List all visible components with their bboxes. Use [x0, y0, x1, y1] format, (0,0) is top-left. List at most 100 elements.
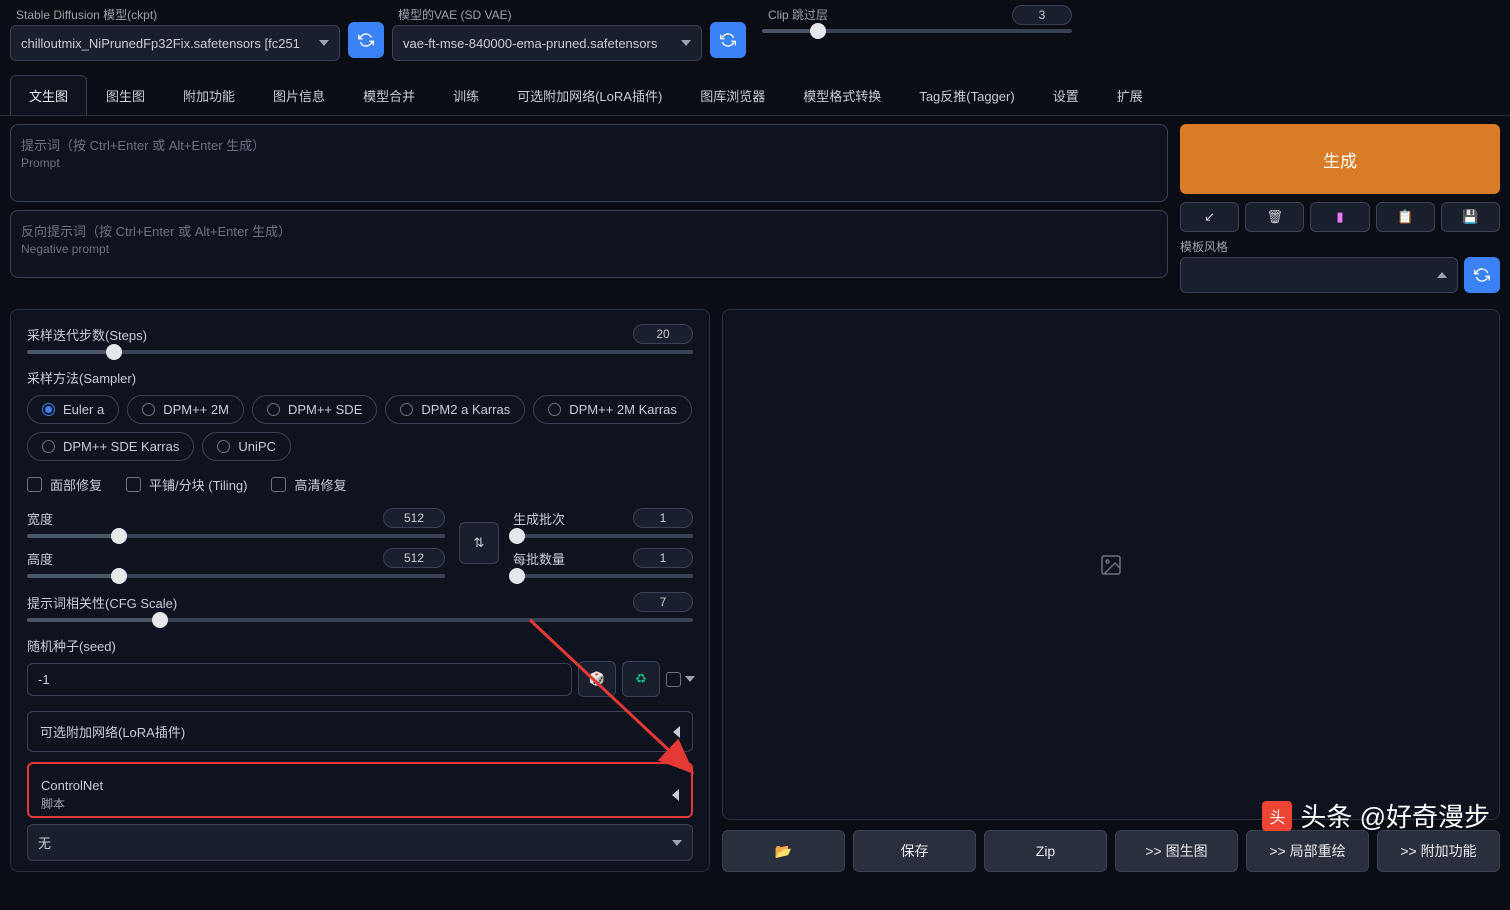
- send-inpaint-button[interactable]: >> 局部重绘: [1246, 830, 1369, 872]
- read-last-params-button[interactable]: ↙: [1180, 202, 1239, 232]
- watermark-text: 头条 @好奇漫步: [1300, 797, 1490, 834]
- vae-group: 模型的VAE (SD VAE) vae-ft-mse-840000-ema-pr…: [392, 4, 702, 61]
- paste-button[interactable]: 📋: [1376, 202, 1435, 232]
- dice-icon: 🎲: [589, 671, 605, 687]
- batch-count-slider[interactable]: [513, 534, 693, 538]
- watermark-logo: 头: [1262, 801, 1292, 831]
- tab-tagger[interactable]: Tag反推(Tagger): [900, 75, 1033, 115]
- cfg-value[interactable]: 7: [633, 592, 693, 612]
- tab-txt2img[interactable]: 文生图: [10, 75, 87, 115]
- negative-prompt-input[interactable]: 反向提示词（按 Ctrl+Enter 或 Alt+Enter 生成） Negat…: [10, 210, 1168, 278]
- tab-gallery[interactable]: 图库浏览器: [681, 75, 784, 115]
- generate-button[interactable]: 生成: [1180, 124, 1500, 194]
- seed-label: 随机种子(seed): [27, 636, 693, 655]
- sampler-row: 采样方法(Sampler) Euler a DPM++ 2M DPM++ SDE…: [27, 368, 693, 461]
- steps-row: 采样迭代步数(Steps) 20: [27, 324, 693, 354]
- styles-button[interactable]: ▮: [1310, 202, 1369, 232]
- tab-train[interactable]: 训练: [434, 75, 498, 115]
- style-select[interactable]: [1180, 257, 1458, 293]
- sampler-option-6[interactable]: UniPC: [202, 432, 291, 461]
- prompt-input[interactable]: 提示词（按 Ctrl+Enter 或 Alt+Enter 生成） Prompt: [10, 124, 1168, 202]
- tab-merge[interactable]: 模型合并: [344, 75, 434, 115]
- cfg-label: 提示词相关性(CFG Scale): [27, 593, 177, 612]
- vae-select[interactable]: vae-ft-mse-840000-ema-pruned.safetensors: [392, 25, 702, 61]
- controlnet-accordion[interactable]: ControlNet 脚本: [27, 762, 693, 818]
- clipskip-value[interactable]: 3: [1012, 5, 1072, 25]
- dimensions-row: 宽度 512 高度 512 ⇅: [27, 508, 693, 578]
- trash-icon: 🗑: [1267, 209, 1284, 225]
- batch-size-value[interactable]: 1: [633, 548, 693, 568]
- preview-panel: [722, 309, 1500, 820]
- sampler-option-3[interactable]: DPM2 a Karras: [385, 395, 525, 424]
- save-button[interactable]: 保存: [853, 830, 976, 872]
- clipboard-icon: 📋: [1397, 209, 1413, 225]
- chevron-down-icon: [672, 840, 682, 846]
- steps-slider[interactable]: [27, 350, 693, 354]
- seed-input[interactable]: -1: [27, 663, 572, 696]
- clear-button[interactable]: 🗑: [1245, 202, 1304, 232]
- recycle-icon: ♻: [635, 671, 647, 687]
- save-style-button[interactable]: 💾: [1441, 202, 1500, 232]
- tab-convert[interactable]: 模型格式转换: [784, 75, 900, 115]
- chevron-down-icon: [319, 40, 329, 46]
- sampler-option-0[interactable]: Euler a: [27, 395, 119, 424]
- tab-extras[interactable]: 附加功能: [164, 75, 254, 115]
- width-slider[interactable]: [27, 534, 445, 538]
- save-icon: 💾: [1462, 209, 1478, 225]
- height-slider[interactable]: [27, 574, 445, 578]
- tab-img2img[interactable]: 图生图: [87, 75, 164, 115]
- triangle-up-icon: [1437, 272, 1447, 278]
- width-value[interactable]: 512: [383, 508, 445, 528]
- swap-icon: ⇅: [474, 535, 485, 551]
- folder-icon: 📂: [775, 843, 792, 860]
- ckpt-label: Stable Diffusion 模型(ckpt): [10, 4, 340, 25]
- zip-button[interactable]: Zip: [984, 830, 1107, 872]
- triangle-left-icon: [672, 789, 679, 801]
- chevron-down-icon: [685, 676, 695, 682]
- tab-pnginfo[interactable]: 图片信息: [254, 75, 344, 115]
- refresh-ckpt-button[interactable]: [348, 22, 384, 58]
- main-tabs: 文生图 图生图 附加功能 图片信息 模型合并 训练 可选附加网络(LoRA插件)…: [0, 75, 1510, 116]
- lora-accordion[interactable]: 可选附加网络(LoRA插件): [27, 711, 693, 752]
- script-select[interactable]: 无: [27, 824, 693, 861]
- reuse-seed-button[interactable]: ♻: [622, 661, 660, 697]
- clipskip-slider[interactable]: [762, 29, 1072, 33]
- refresh-vae-button[interactable]: [710, 22, 746, 58]
- script-label: 脚本: [41, 795, 103, 812]
- clipskip-label: Clip 跳过层: [762, 4, 834, 25]
- batch-count-value[interactable]: 1: [633, 508, 693, 528]
- tiling-checkbox[interactable]: 平铺/分块 (Tiling): [126, 475, 247, 494]
- tab-extensions[interactable]: 扩展: [1098, 75, 1162, 115]
- neg-prompt-placeholder-cn: 反向提示词（按 Ctrl+Enter 或 Alt+Enter 生成）: [21, 221, 1157, 240]
- sampler-option-1[interactable]: DPM++ 2M: [127, 395, 244, 424]
- vae-label: 模型的VAE (SD VAE): [392, 4, 702, 25]
- cfg-slider[interactable]: [27, 618, 693, 622]
- sampler-option-5[interactable]: DPM++ SDE Karras: [27, 432, 194, 461]
- send-img2img-button[interactable]: >> 图生图: [1115, 830, 1238, 872]
- tab-lora[interactable]: 可选附加网络(LoRA插件): [498, 75, 681, 115]
- random-seed-button[interactable]: 🎲: [578, 661, 616, 697]
- card-icon: ▮: [1336, 209, 1343, 225]
- style-label: 模板风格: [1180, 238, 1458, 255]
- extra-seed-checkbox[interactable]: [666, 672, 681, 687]
- width-label: 宽度: [27, 509, 53, 528]
- refresh-styles-button[interactable]: [1464, 257, 1500, 293]
- tab-settings[interactable]: 设置: [1034, 75, 1098, 115]
- ckpt-select[interactable]: chilloutmix_NiPrunedFp32Fix.safetensors …: [10, 25, 340, 61]
- watermark: 头 头条 @好奇漫步: [1262, 797, 1490, 834]
- batch-size-slider[interactable]: [513, 574, 693, 578]
- prompt-placeholder-cn: 提示词（按 Ctrl+Enter 或 Alt+Enter 生成）: [21, 135, 1157, 154]
- steps-value[interactable]: 20: [633, 324, 693, 344]
- open-folder-button[interactable]: 📂: [722, 830, 845, 872]
- sampler-option-4[interactable]: DPM++ 2M Karras: [533, 395, 692, 424]
- hires-checkbox[interactable]: 高清修复: [271, 475, 346, 494]
- height-value[interactable]: 512: [383, 548, 445, 568]
- refresh-icon: [720, 32, 736, 48]
- sampler-option-2[interactable]: DPM++ SDE: [252, 395, 377, 424]
- send-extras-button[interactable]: >> 附加功能: [1377, 830, 1500, 872]
- swap-dimensions-button[interactable]: ⇅: [459, 522, 499, 564]
- steps-label: 采样迭代步数(Steps): [27, 325, 147, 344]
- refresh-icon: [1474, 267, 1490, 283]
- face-restore-checkbox[interactable]: 面部修复: [27, 475, 102, 494]
- cfg-row: 提示词相关性(CFG Scale) 7: [27, 592, 693, 622]
